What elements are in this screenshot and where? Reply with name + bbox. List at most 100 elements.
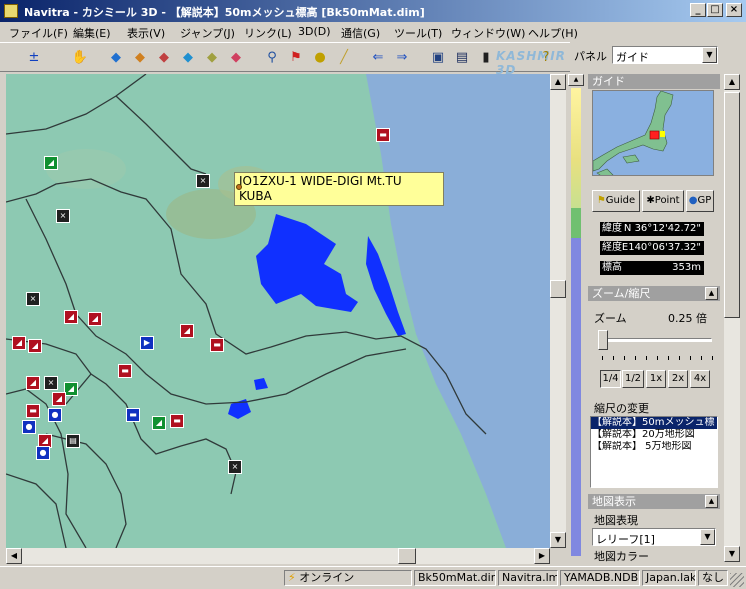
panel-dropdown[interactable]: ガイド ▼ [612, 46, 718, 64]
layer3-icon[interactable]: ◆ [154, 49, 174, 67]
station-marker[interactable]: ▬ [26, 404, 40, 418]
station-marker[interactable]: × [228, 460, 242, 474]
scale-list-item[interactable]: 【解説本】 5万地形図 [591, 441, 717, 453]
station-marker[interactable]: ◢ [152, 416, 166, 430]
layer2-icon[interactable]: ◆ [130, 49, 150, 67]
panel-scroll-up-icon[interactable]: ▲ [724, 74, 740, 90]
station-marker[interactable]: ◢ [28, 339, 42, 353]
zoom-button-4x[interactable]: 4x [690, 370, 710, 388]
map-display-collapse-icon[interactable]: ▲ [705, 495, 718, 508]
pin-icon[interactable]: ● [310, 49, 330, 67]
panel-scrollbar[interactable]: ▲ ▼ [724, 74, 740, 562]
vertical-scroll-thumb[interactable] [550, 280, 566, 298]
elevation-strip[interactable]: ▲ [568, 74, 584, 564]
overview-map[interactable] [592, 90, 714, 176]
map-display-header: 地図表示 [588, 494, 720, 509]
zoom-collapse-icon[interactable]: ▲ [705, 287, 718, 300]
station-marker[interactable]: ● [48, 408, 62, 422]
zoom-slider-track[interactable] [598, 338, 712, 342]
scale-list[interactable]: 【解説本】50mメッシュ標 【解説本】20万地形図 【解説本】 5万地形図 [590, 416, 718, 488]
station-marker[interactable]: ▶ [140, 336, 154, 350]
station-marker[interactable]: ◢ [180, 324, 194, 338]
station-marker[interactable]: ● [22, 420, 36, 434]
menu-link[interactable]: リンク(L) [244, 25, 292, 41]
scroll-left-icon[interactable]: ◀ [6, 548, 22, 564]
panel-scroll-thumb[interactable] [724, 92, 740, 318]
digipeater-marker[interactable]: × [196, 174, 210, 188]
menu-3d[interactable]: 3D(D) [298, 25, 331, 38]
device-icon[interactable]: ▮ [476, 49, 496, 67]
strip-up-icon[interactable]: ▲ [568, 74, 584, 86]
station-marker[interactable]: × [26, 292, 40, 306]
panel-scroll-down-icon[interactable]: ▼ [724, 546, 740, 562]
station-marker[interactable]: ▬ [126, 408, 140, 422]
station-marker[interactable]: ▬ [170, 414, 184, 428]
ruler-icon[interactable]: ╱ [334, 49, 354, 67]
film-icon[interactable]: ▤ [452, 49, 472, 67]
chevron-down-icon[interactable]: ▼ [702, 47, 717, 63]
map-vertical-scrollbar[interactable]: ▲ ▼ [550, 74, 566, 548]
scroll-down-icon[interactable]: ▼ [550, 532, 566, 548]
station-marker[interactable]: ◢ [88, 312, 102, 326]
horizontal-scroll-thumb[interactable] [398, 548, 416, 564]
menu-tools[interactable]: ツール(T) [394, 25, 442, 41]
layer5-icon[interactable]: ◆ [202, 49, 222, 67]
scroll-right-icon[interactable]: ▶ [534, 548, 550, 564]
station-marker[interactable]: ▤ [66, 434, 80, 448]
flag-icon[interactable]: ⚑ [286, 49, 306, 67]
scale-list-item[interactable]: 【解説本】20万地形図 [591, 429, 717, 441]
zoom-header: ズーム/縮尺 [588, 286, 720, 301]
minimize-button[interactable]: _ [690, 3, 706, 17]
station-marker[interactable]: ◢ [12, 336, 26, 350]
back-arrow-icon[interactable]: ⇐ [368, 49, 388, 67]
station-marker[interactable]: ● [36, 446, 50, 460]
station-marker[interactable]: ◢ [52, 392, 66, 406]
menu-comm[interactable]: 通信(G) [341, 25, 380, 41]
station-marker[interactable]: ◢ [26, 376, 40, 390]
scroll-up-icon[interactable]: ▲ [550, 74, 566, 90]
forward-arrow-icon[interactable]: ⇒ [392, 49, 412, 67]
tab-gps[interactable]: ●GP [686, 190, 714, 212]
binoculars-icon[interactable]: ⚲ [262, 49, 282, 67]
menu-help[interactable]: ヘルプ(H) [528, 25, 578, 41]
zoom-search-icon[interactable]: ± [24, 49, 44, 67]
zoom-button-1x[interactable]: 1x [646, 370, 666, 388]
title-bar[interactable]: Navitra - カシミール 3D - 【解説本】50mメッシュ標高 [Bk5… [0, 0, 746, 22]
resize-grip-icon[interactable] [730, 573, 744, 587]
chevron-down-icon[interactable]: ▼ [700, 529, 715, 545]
tab-point[interactable]: ✱Point [642, 190, 684, 212]
menu-file[interactable]: ファイル(F) [9, 25, 68, 41]
station-marker[interactable]: ◢ [64, 382, 78, 396]
station-marker[interactable]: ▬ [210, 338, 224, 352]
menu-edit[interactable]: 編集(E) [73, 25, 111, 41]
menu-view[interactable]: 表示(V) [127, 25, 165, 41]
help-icon[interactable]: ? [536, 49, 556, 67]
map-expression-dropdown[interactable]: レリーフ[1] ▼ [592, 528, 716, 546]
zoom-slider-thumb[interactable] [598, 330, 608, 350]
map-canvas[interactable] [6, 74, 550, 548]
strip-gradient-mid [571, 208, 581, 238]
scale-list-item[interactable]: 【解説本】50mメッシュ標 [591, 417, 717, 429]
maximize-button[interactable]: □ [707, 3, 723, 17]
menu-window[interactable]: ウィンドウ(W) [451, 25, 525, 41]
menu-jump[interactable]: ジャンプ(J) [180, 25, 235, 41]
zoom-button-quarter[interactable]: 1/4 [600, 370, 621, 388]
station-marker[interactable]: ▬ [376, 128, 390, 142]
station-marker[interactable]: ▬ [118, 364, 132, 378]
station-marker[interactable]: ◢ [44, 156, 58, 170]
station-marker[interactable]: × [56, 209, 70, 223]
tab-guide[interactable]: ⚑Guide [592, 190, 640, 212]
station-marker[interactable]: ◢ [64, 310, 78, 324]
map-horizontal-scrollbar[interactable]: ◀ ▶ [6, 548, 550, 564]
hand-icon[interactable]: ✋ [70, 49, 90, 67]
zoom-button-half[interactable]: 1/2 [622, 370, 644, 388]
close-button[interactable]: × [726, 3, 742, 17]
window-title: Navitra - カシミール 3D - 【解説本】50mメッシュ標高 [Bk5… [24, 6, 425, 19]
layer1-icon[interactable]: ◆ [106, 49, 126, 67]
gps-icon[interactable]: ▣ [428, 49, 448, 67]
station-marker[interactable]: × [44, 376, 58, 390]
layer6-icon[interactable]: ◆ [226, 49, 246, 67]
map-view[interactable]: × ▬ ◢ × × ◢ ◢ ◢ ◢ ◢ ▶ ▬ ▬ ◢ × ◢ ◢ ▬ ● ● … [6, 74, 550, 548]
zoom-button-2x[interactable]: 2x [668, 370, 688, 388]
layer4-icon[interactable]: ◆ [178, 49, 198, 67]
